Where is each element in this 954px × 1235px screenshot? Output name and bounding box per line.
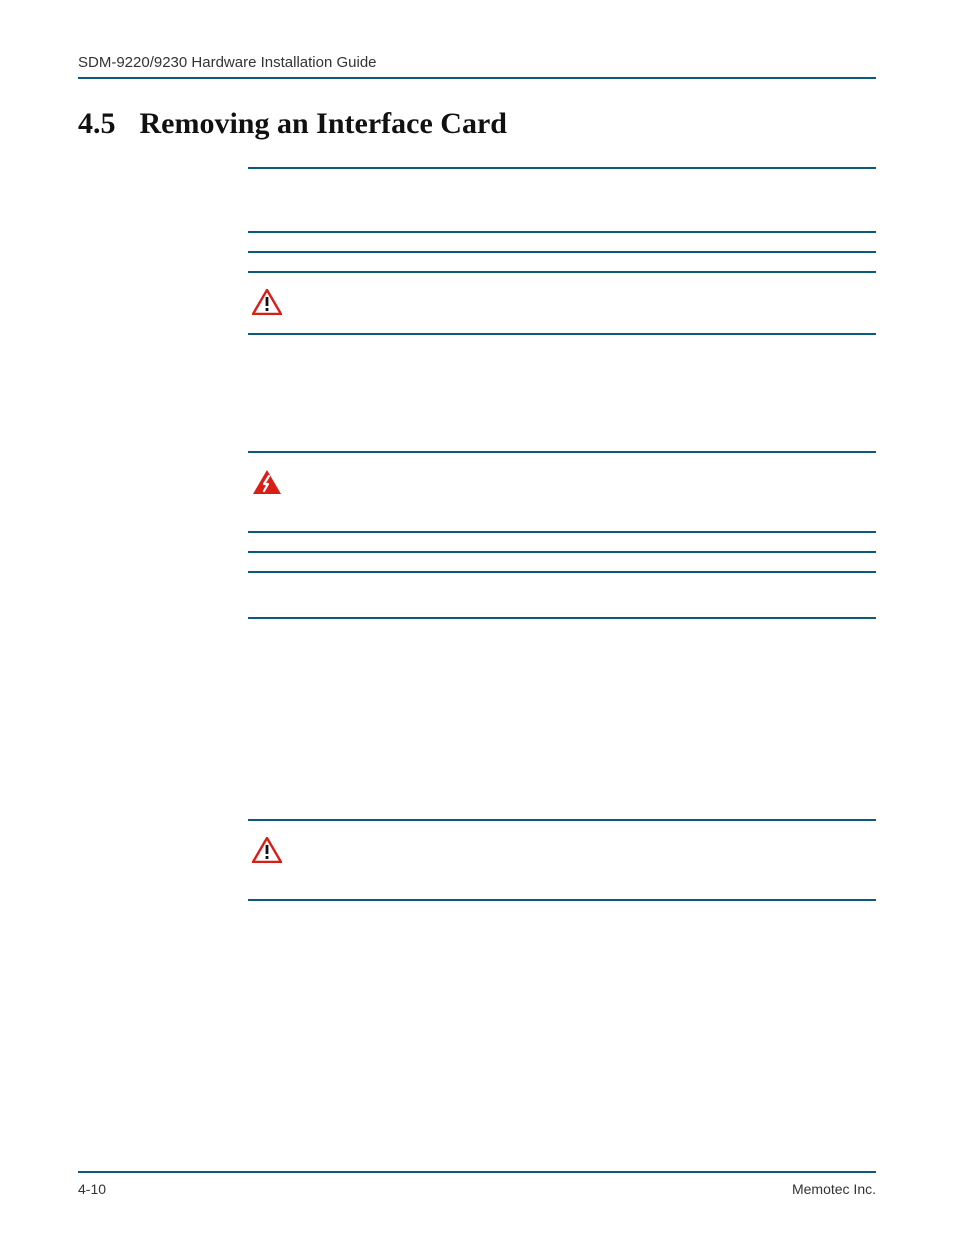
- company-name: Memotec Inc.: [792, 1181, 876, 1197]
- rule: [248, 451, 876, 453]
- page-number: 4-10: [78, 1181, 106, 1197]
- page-footer: 4-10 Memotec Inc.: [78, 1171, 876, 1197]
- rule: [248, 819, 876, 821]
- section-title: Removing an Interface Card: [140, 107, 507, 141]
- warning-block: [248, 465, 876, 501]
- caution-block-2: [248, 833, 876, 869]
- rule: [248, 271, 876, 273]
- body-content: [248, 167, 876, 901]
- electrical-warning-triangle-icon: [252, 469, 282, 495]
- section-number: 4.5: [78, 107, 116, 141]
- section-heading: 4.5 Removing an Interface Card: [78, 107, 876, 141]
- header-rule: [78, 77, 876, 79]
- footer-rule: [78, 1171, 876, 1173]
- caution-triangle-icon: [252, 837, 282, 863]
- caution-triangle-icon: [252, 289, 282, 315]
- rule: [248, 899, 876, 901]
- running-header: SDM-9220/9230 Hardware Installation Guid…: [78, 54, 876, 71]
- caution-block: [248, 285, 876, 321]
